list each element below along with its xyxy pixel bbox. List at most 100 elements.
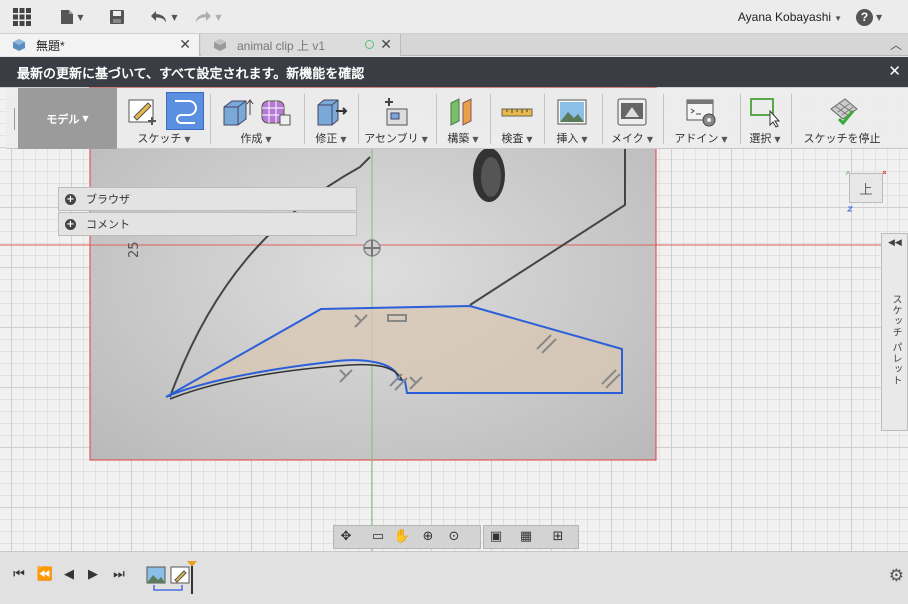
toolbar-divider <box>791 94 792 144</box>
toolbar-group-label[interactable]: アドイン ▼ <box>665 130 737 146</box>
step-back-icon[interactable]: ⏪ <box>36 566 54 584</box>
toolbar-group-construct[interactable]: 構築 ▼ <box>438 88 488 149</box>
stop-sketch-button[interactable]: スケッチを停止 <box>793 88 891 149</box>
toolbar-group-label[interactable]: アセンブリ ▼ <box>360 130 432 146</box>
collapse-icon[interactable]: ◀◀ <box>888 238 902 248</box>
create-sketch-icon[interactable] <box>126 95 160 129</box>
canvas-feature-icon[interactable] <box>146 566 166 584</box>
toolbar-group-insert[interactable]: 挿入 ▼ <box>546 88 598 149</box>
browser-label: ブラウザ <box>86 193 130 206</box>
user-name: Ayana Kobayashi <box>737 10 832 24</box>
toolbar-group-label[interactable]: 構築 ▼ <box>438 130 488 146</box>
toolbar-group-create[interactable]: 作成 ▼ <box>212 88 300 149</box>
display-settings-icon[interactable]: ▣ <box>487 529 505 545</box>
timeline: ⏮ ⏪ ◀ ▶ ⏭ ⚙ <box>0 551 908 604</box>
extrude-icon[interactable] <box>220 95 254 129</box>
document-tabs: 無題* ✕ animal clip 上 v1 ✕ ︿ <box>0 34 908 56</box>
document-cube-icon <box>214 39 226 51</box>
comments-panel[interactable]: + コメント <box>58 212 357 236</box>
document-cube-icon <box>13 39 25 51</box>
toolbar-group-label[interactable]: メイク ▼ <box>604 130 660 146</box>
redo-icon[interactable]: ▼ <box>190 0 226 34</box>
undo-icon[interactable]: ▼ <box>146 0 182 34</box>
canvas-viewport[interactable]: 25 <box>0 87 908 551</box>
chevron-down-icon: ▼ <box>834 14 842 23</box>
whats-new-link[interactable]: 新機能を確認 <box>286 63 364 82</box>
toolbar-group-label[interactable]: 作成 ▼ <box>212 130 300 146</box>
view-cube-face: 上 <box>859 182 873 198</box>
toolbar-divider <box>602 94 603 144</box>
workspace-switcher[interactable]: モデル ▼ <box>18 88 117 149</box>
orbit-icon[interactable]: ✥ <box>337 529 355 545</box>
toolbar-group-label: スケッチを停止 <box>803 132 881 145</box>
press-pull-icon[interactable] <box>314 95 348 129</box>
3d-print-icon[interactable] <box>615 95 649 129</box>
close-icon[interactable]: ✕ <box>888 62 901 80</box>
scripts-icon[interactable] <box>684 95 718 129</box>
expand-icon[interactable]: + <box>65 218 76 230</box>
look-at-icon[interactable]: ▭ <box>369 529 387 545</box>
toolbar-group-label[interactable]: スケッチ ▼ <box>120 130 208 146</box>
toolbar-group-label[interactable]: 挿入 ▼ <box>546 130 598 146</box>
sketch-palette-label: スケッチ パレット <box>890 294 901 387</box>
measure-icon[interactable] <box>500 95 534 129</box>
toolbar-group-label[interactable]: 検査 ▼ <box>492 130 542 146</box>
apps-grid-icon[interactable] <box>10 0 34 34</box>
save-icon[interactable] <box>106 0 128 34</box>
toolbar-divider <box>304 94 305 144</box>
close-icon[interactable]: ✕ <box>179 36 191 53</box>
timeline-marker-icon[interactable] <box>185 560 199 596</box>
tab-animal-clip[interactable]: animal clip 上 v1 ✕ <box>201 34 401 56</box>
play-back-icon[interactable]: ◀ <box>60 566 78 584</box>
help-icon: ? <box>856 8 873 26</box>
update-notification: 最新の更新に基づいて、すべて設定されます。 新機能を確認 ✕ <box>0 57 908 87</box>
browser-panel[interactable]: + ブラウザ <box>58 187 357 211</box>
toolbar-divider <box>663 94 664 144</box>
toolbar-group-sketch[interactable]: スケッチ ▼ <box>120 88 208 149</box>
tab-label: 無題* <box>36 38 65 53</box>
tab-label: animal clip 上 v1 <box>237 38 326 53</box>
insert-image-icon[interactable] <box>555 95 589 129</box>
gear-icon[interactable]: ⚙ <box>889 566 904 586</box>
select-cursor-icon[interactable] <box>748 95 782 129</box>
fit-icon[interactable]: ⊙ <box>445 529 463 545</box>
help-menu[interactable]: ? ▼ <box>856 8 896 26</box>
file-menu-icon[interactable]: ▼ <box>56 0 88 34</box>
grid-settings-icon[interactable]: ▦ <box>517 529 535 545</box>
toolbar-group-label[interactable]: 修正 ▼ <box>306 130 356 146</box>
pan-icon[interactable]: ✋ <box>393 529 411 545</box>
user-menu[interactable]: Ayana Kobayashi ▼ <box>738 0 842 34</box>
chevron-up-icon[interactable]: ︿ <box>890 36 902 53</box>
go-to-start-icon[interactable]: ⏮ <box>10 566 28 584</box>
online-status-icon <box>365 40 374 49</box>
offset-plane-icon[interactable] <box>446 95 480 129</box>
toolbar-group-addins[interactable]: アドイン ▼ <box>665 88 737 149</box>
form-icon[interactable] <box>258 95 292 129</box>
toolbar-group-assembly[interactable]: アセンブリ ▼ <box>360 88 432 149</box>
tab-untitled[interactable]: 無題* ✕ <box>0 34 200 56</box>
sketch-palette[interactable]: ◀◀ スケッチ パレット <box>881 233 908 431</box>
title-bar: ▼ ▼ ▼ Ayana Kobayashi ▼ ? ▼ <box>0 0 908 34</box>
line-tool-icon[interactable] <box>166 92 204 130</box>
toolbar-group-select[interactable]: 選択 ▼ <box>742 88 788 149</box>
toolbar-group-label[interactable]: 選択 ▼ <box>742 130 788 146</box>
viewports-icon[interactable]: ⊞ <box>549 529 567 545</box>
notification-message: 最新の更新に基づいて、すべて設定されます。 <box>17 66 287 82</box>
workspace-label: モデル <box>46 112 80 126</box>
sketch-canvas[interactable]: 25 <box>0 87 908 551</box>
toolbar-group-inspect[interactable]: 検査 ▼ <box>492 88 542 149</box>
dimension-label[interactable]: 25 <box>127 241 142 258</box>
finish-sketch-icon[interactable] <box>825 95 859 129</box>
new-component-icon[interactable] <box>379 95 413 129</box>
go-to-end-icon[interactable]: ⏭ <box>110 566 128 584</box>
view-cube[interactable]: 上 <box>849 173 883 203</box>
chevron-down-icon: ▼ <box>82 114 89 123</box>
zoom-icon[interactable]: ⊕ <box>419 529 437 545</box>
toolbar-divider <box>436 94 437 144</box>
toolbar-group-make[interactable]: メイク ▼ <box>604 88 660 149</box>
toolbar-group-modify[interactable]: 修正 ▼ <box>306 88 356 149</box>
expand-icon[interactable]: + <box>65 193 76 205</box>
toolbar-divider <box>490 94 491 144</box>
play-icon[interactable]: ▶ <box>84 566 102 584</box>
close-icon[interactable]: ✕ <box>380 36 392 53</box>
